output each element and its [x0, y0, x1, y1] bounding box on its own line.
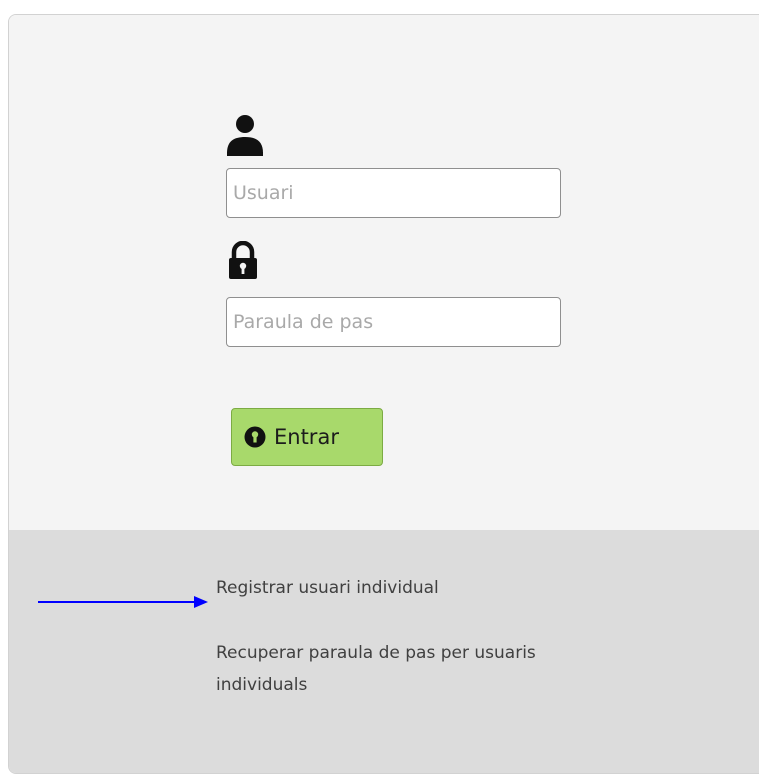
submit-label: Entrar [274, 425, 339, 449]
register-link[interactable]: Registrar usuari individual [216, 572, 439, 604]
recover-password-link[interactable]: Recuperar paraula de pas per usuaris ind… [216, 637, 546, 701]
submit-button[interactable]: Entrar [231, 408, 383, 466]
right-arrow-icon [38, 596, 208, 608]
login-form: Entrar [9, 15, 759, 531]
password-input[interactable] [226, 297, 561, 347]
username-input[interactable] [226, 168, 561, 218]
user-icon [227, 115, 263, 156]
keyhole-icon [244, 426, 266, 448]
lock-icon [229, 241, 257, 279]
